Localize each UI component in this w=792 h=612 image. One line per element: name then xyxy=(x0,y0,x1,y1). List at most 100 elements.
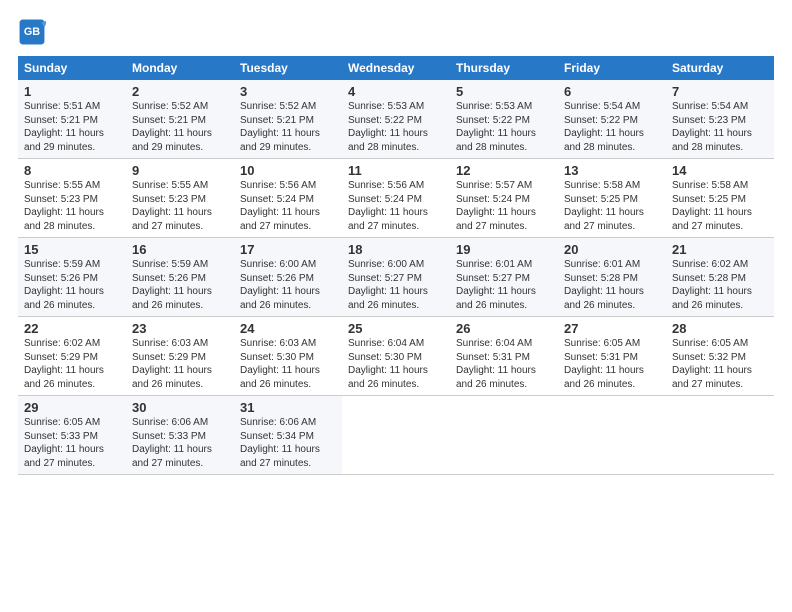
day-cell: 14 Sunrise: 5:58 AMSunset: 5:25 PMDaylig… xyxy=(666,159,774,238)
day-info: Sunrise: 6:02 AMSunset: 5:29 PMDaylight:… xyxy=(24,338,104,390)
day-info: Sunrise: 6:01 AMSunset: 5:27 PMDaylight:… xyxy=(456,259,536,311)
week-row-2: 8 Sunrise: 5:55 AMSunset: 5:23 PMDayligh… xyxy=(18,159,774,238)
day-cell: 1 Sunrise: 5:51 AMSunset: 5:21 PMDayligh… xyxy=(18,80,126,159)
day-info: Sunrise: 5:58 AMSunset: 5:25 PMDaylight:… xyxy=(564,180,644,232)
day-number: 17 xyxy=(240,242,336,257)
day-number: 2 xyxy=(132,84,228,99)
week-row-5: 29 Sunrise: 6:05 AMSunset: 5:33 PMDaylig… xyxy=(18,396,774,475)
day-info: Sunrise: 6:06 AMSunset: 5:33 PMDaylight:… xyxy=(132,417,212,469)
day-cell: 18 Sunrise: 6:00 AMSunset: 5:27 PMDaylig… xyxy=(342,238,450,317)
day-cell: 8 Sunrise: 5:55 AMSunset: 5:23 PMDayligh… xyxy=(18,159,126,238)
day-cell: 19 Sunrise: 6:01 AMSunset: 5:27 PMDaylig… xyxy=(450,238,558,317)
day-info: Sunrise: 6:04 AMSunset: 5:30 PMDaylight:… xyxy=(348,338,428,390)
day-number: 18 xyxy=(348,242,444,257)
day-info: Sunrise: 6:05 AMSunset: 5:31 PMDaylight:… xyxy=(564,338,644,390)
day-cell: 28 Sunrise: 6:05 AMSunset: 5:32 PMDaylig… xyxy=(666,317,774,396)
day-number: 19 xyxy=(456,242,552,257)
day-number: 5 xyxy=(456,84,552,99)
day-info: Sunrise: 6:00 AMSunset: 5:27 PMDaylight:… xyxy=(348,259,428,311)
day-cell: 10 Sunrise: 5:56 AMSunset: 5:24 PMDaylig… xyxy=(234,159,342,238)
day-cell: 17 Sunrise: 6:00 AMSunset: 5:26 PMDaylig… xyxy=(234,238,342,317)
day-number: 9 xyxy=(132,163,228,178)
day-info: Sunrise: 6:05 AMSunset: 5:33 PMDaylight:… xyxy=(24,417,104,469)
day-number: 23 xyxy=(132,321,228,336)
day-number: 22 xyxy=(24,321,120,336)
day-info: Sunrise: 5:56 AMSunset: 5:24 PMDaylight:… xyxy=(240,180,320,232)
day-cell: 29 Sunrise: 6:05 AMSunset: 5:33 PMDaylig… xyxy=(18,396,126,475)
day-number: 26 xyxy=(456,321,552,336)
week-row-3: 15 Sunrise: 5:59 AMSunset: 5:26 PMDaylig… xyxy=(18,238,774,317)
day-number: 16 xyxy=(132,242,228,257)
day-cell: 30 Sunrise: 6:06 AMSunset: 5:33 PMDaylig… xyxy=(126,396,234,475)
col-header-thursday: Thursday xyxy=(450,56,558,80)
day-cell: 25 Sunrise: 6:04 AMSunset: 5:30 PMDaylig… xyxy=(342,317,450,396)
day-number: 24 xyxy=(240,321,336,336)
col-header-sunday: Sunday xyxy=(18,56,126,80)
day-cell: 26 Sunrise: 6:04 AMSunset: 5:31 PMDaylig… xyxy=(450,317,558,396)
day-info: Sunrise: 6:06 AMSunset: 5:34 PMDaylight:… xyxy=(240,417,320,469)
day-cell: 2 Sunrise: 5:52 AMSunset: 5:21 PMDayligh… xyxy=(126,80,234,159)
day-cell: 24 Sunrise: 6:03 AMSunset: 5:30 PMDaylig… xyxy=(234,317,342,396)
day-info: Sunrise: 5:59 AMSunset: 5:26 PMDaylight:… xyxy=(24,259,104,311)
day-info: Sunrise: 5:52 AMSunset: 5:21 PMDaylight:… xyxy=(240,101,320,153)
day-cell xyxy=(450,396,558,475)
day-number: 7 xyxy=(672,84,768,99)
day-number: 21 xyxy=(672,242,768,257)
day-number: 6 xyxy=(564,84,660,99)
day-cell: 3 Sunrise: 5:52 AMSunset: 5:21 PMDayligh… xyxy=(234,80,342,159)
svg-text:GB: GB xyxy=(24,26,40,38)
day-cell: 11 Sunrise: 5:56 AMSunset: 5:24 PMDaylig… xyxy=(342,159,450,238)
day-info: Sunrise: 6:03 AMSunset: 5:30 PMDaylight:… xyxy=(240,338,320,390)
calendar-header-row: SundayMondayTuesdayWednesdayThursdayFrid… xyxy=(18,56,774,80)
day-number: 3 xyxy=(240,84,336,99)
day-number: 28 xyxy=(672,321,768,336)
header: GB xyxy=(18,18,774,46)
day-cell: 9 Sunrise: 5:55 AMSunset: 5:23 PMDayligh… xyxy=(126,159,234,238)
day-info: Sunrise: 6:04 AMSunset: 5:31 PMDaylight:… xyxy=(456,338,536,390)
day-number: 13 xyxy=(564,163,660,178)
day-cell xyxy=(558,396,666,475)
day-cell: 20 Sunrise: 6:01 AMSunset: 5:28 PMDaylig… xyxy=(558,238,666,317)
day-cell: 16 Sunrise: 5:59 AMSunset: 5:26 PMDaylig… xyxy=(126,238,234,317)
col-header-tuesday: Tuesday xyxy=(234,56,342,80)
calendar-table: SundayMondayTuesdayWednesdayThursdayFrid… xyxy=(18,56,774,475)
logo: GB xyxy=(18,18,50,46)
day-cell: 15 Sunrise: 5:59 AMSunset: 5:26 PMDaylig… xyxy=(18,238,126,317)
day-info: Sunrise: 5:57 AMSunset: 5:24 PMDaylight:… xyxy=(456,180,536,232)
day-info: Sunrise: 5:54 AMSunset: 5:22 PMDaylight:… xyxy=(564,101,644,153)
day-cell: 13 Sunrise: 5:58 AMSunset: 5:25 PMDaylig… xyxy=(558,159,666,238)
day-number: 30 xyxy=(132,400,228,415)
day-info: Sunrise: 5:59 AMSunset: 5:26 PMDaylight:… xyxy=(132,259,212,311)
day-cell: 5 Sunrise: 5:53 AMSunset: 5:22 PMDayligh… xyxy=(450,80,558,159)
day-cell: 7 Sunrise: 5:54 AMSunset: 5:23 PMDayligh… xyxy=(666,80,774,159)
day-number: 12 xyxy=(456,163,552,178)
day-cell xyxy=(342,396,450,475)
day-info: Sunrise: 5:53 AMSunset: 5:22 PMDaylight:… xyxy=(456,101,536,153)
day-cell xyxy=(666,396,774,475)
day-number: 31 xyxy=(240,400,336,415)
day-number: 20 xyxy=(564,242,660,257)
day-cell: 4 Sunrise: 5:53 AMSunset: 5:22 PMDayligh… xyxy=(342,80,450,159)
day-info: Sunrise: 6:00 AMSunset: 5:26 PMDaylight:… xyxy=(240,259,320,311)
day-info: Sunrise: 5:55 AMSunset: 5:23 PMDaylight:… xyxy=(132,180,212,232)
day-info: Sunrise: 5:51 AMSunset: 5:21 PMDaylight:… xyxy=(24,101,104,153)
day-info: Sunrise: 5:55 AMSunset: 5:23 PMDaylight:… xyxy=(24,180,104,232)
day-number: 14 xyxy=(672,163,768,178)
day-number: 15 xyxy=(24,242,120,257)
day-number: 27 xyxy=(564,321,660,336)
page: GB SundayMondayTuesdayWednesdayThursdayF… xyxy=(0,0,792,485)
logo-icon: GB xyxy=(18,18,46,46)
col-header-wednesday: Wednesday xyxy=(342,56,450,80)
day-info: Sunrise: 5:52 AMSunset: 5:21 PMDaylight:… xyxy=(132,101,212,153)
day-info: Sunrise: 5:53 AMSunset: 5:22 PMDaylight:… xyxy=(348,101,428,153)
day-number: 25 xyxy=(348,321,444,336)
day-info: Sunrise: 5:56 AMSunset: 5:24 PMDaylight:… xyxy=(348,180,428,232)
day-info: Sunrise: 6:05 AMSunset: 5:32 PMDaylight:… xyxy=(672,338,752,390)
col-header-friday: Friday xyxy=(558,56,666,80)
col-header-saturday: Saturday xyxy=(666,56,774,80)
day-info: Sunrise: 6:03 AMSunset: 5:29 PMDaylight:… xyxy=(132,338,212,390)
day-number: 1 xyxy=(24,84,120,99)
day-cell: 31 Sunrise: 6:06 AMSunset: 5:34 PMDaylig… xyxy=(234,396,342,475)
day-cell: 6 Sunrise: 5:54 AMSunset: 5:22 PMDayligh… xyxy=(558,80,666,159)
day-info: Sunrise: 5:54 AMSunset: 5:23 PMDaylight:… xyxy=(672,101,752,153)
